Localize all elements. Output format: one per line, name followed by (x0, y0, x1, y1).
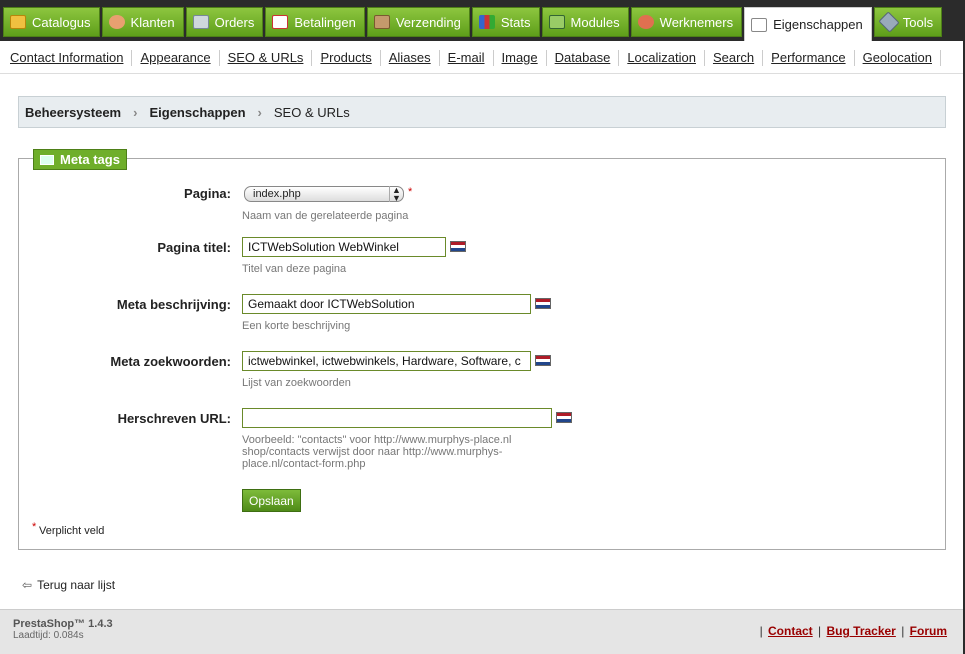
subnav-localization[interactable]: Localization (619, 49, 705, 66)
top-nav: Catalogus Klanten Orders Betalingen Verz… (0, 0, 965, 41)
tab-orders[interactable]: Orders (185, 7, 264, 37)
tab-tools[interactable]: Tools (873, 7, 943, 37)
breadcrumb-current: SEO & URLs (273, 104, 350, 120)
meta-tags-fieldset: Meta tags Pagina: index.php ▲ ▼ * Naam va… (18, 149, 946, 550)
tab-modules[interactable]: Modules (541, 7, 629, 37)
top-tabs: Catalogus Klanten Orders Betalingen Verz… (3, 7, 944, 41)
tab-label: Orders (214, 14, 255, 30)
back-arrow-icon: ⇦ (22, 578, 33, 592)
pagina-select[interactable]: index.php ▲ ▼ (244, 186, 404, 203)
titel-input[interactable] (242, 237, 446, 257)
footer-link-forum[interactable]: Forum (910, 624, 947, 638)
cart-icon (192, 15, 209, 29)
footer-link-contact[interactable]: Contact (768, 624, 813, 638)
subnav-geolocation[interactable]: Geolocation (855, 49, 941, 66)
version-text: PrestaShop™ 1.4.3 (13, 618, 113, 630)
footer-link-bug-tracker[interactable]: Bug Tracker (826, 624, 895, 638)
tab-label: Stats (500, 14, 531, 30)
subnav-search[interactable]: Search (705, 49, 764, 66)
footer-links: | Contact | Bug Tracker | Forum (759, 624, 947, 638)
load-time-text: Laadtijd: 0.084s (13, 630, 84, 641)
fieldset-legend: Meta tags (33, 149, 127, 170)
zoekwoorden-hint: Lijst van zoekwoorden (242, 377, 351, 389)
url-label: Herschreven URL: (117, 411, 231, 426)
subnav-database[interactable]: Database (547, 49, 620, 66)
truck-icon (373, 15, 390, 29)
puzzle-icon (548, 15, 565, 29)
required-star: * (408, 186, 413, 198)
chevron-right-icon: › (257, 104, 262, 120)
tab-label: Modules (570, 14, 620, 30)
preferences-icon (751, 17, 768, 32)
subnav-contact-information[interactable]: Contact Information (2, 49, 133, 66)
tab-label: Verzending (395, 14, 461, 30)
tab-label: Betalingen (294, 14, 356, 30)
subnav-email[interactable]: E-mail (440, 49, 494, 66)
subnav-appearance[interactable]: Appearance (132, 49, 220, 66)
breadcrumb-item: Beheersysteem (25, 104, 122, 120)
footer: PrestaShop™ 1.4.3 Laadtijd: 0.084s | Con… (0, 609, 963, 654)
save-button[interactable]: Opslaan (242, 489, 301, 512)
url-input[interactable] (242, 408, 552, 428)
subnav-products[interactable]: Products (312, 49, 381, 66)
subnav-aliases[interactable]: Aliases (381, 49, 440, 66)
dutch-flag-icon[interactable] (535, 298, 551, 309)
chevron-right-icon: › (133, 104, 138, 120)
url-hint-line-2: shop/contacts verwijst door naar http://… (242, 446, 503, 458)
employee-icon (637, 15, 654, 29)
required-star: * (32, 521, 37, 533)
required-note: Verplicht veld (39, 525, 105, 537)
back-to-list-link[interactable]: ⇦ Terug naar lijst (22, 578, 115, 592)
pagina-hint: Naam van de gerelateerde pagina (242, 210, 409, 222)
back-link-label: Terug naar lijst (37, 578, 116, 592)
legend-label: Meta tags (60, 152, 120, 167)
breadcrumb-item: Eigenschappen (149, 104, 246, 120)
tab-label: Klanten (130, 14, 175, 30)
zoekwoorden-label: Meta zoekwoorden: (110, 354, 231, 369)
bar-chart-icon (478, 15, 495, 29)
breadcrumb: Beheersysteem › Eigenschappen › SEO & UR… (18, 96, 946, 128)
subnav-seo-urls[interactable]: SEO & URLs (220, 49, 313, 66)
sub-nav: Contact Information Appearance SEO & URL… (0, 41, 963, 74)
keyboard-icon (40, 154, 54, 165)
subnav-image[interactable]: Image (494, 49, 547, 66)
beschrijving-label: Meta beschrijving: (116, 297, 231, 312)
beschrijving-hint: Een korte beschrijving (242, 320, 351, 332)
tab-stats[interactable]: Stats (471, 7, 540, 37)
tab-label: Tools (902, 14, 934, 30)
select-arrows-icon: ▲ ▼ (389, 186, 403, 203)
wrench-icon (878, 11, 900, 33)
subnav-performance[interactable]: Performance (763, 49, 855, 66)
tab-label: Werknemers (659, 14, 734, 30)
beschrijving-input[interactable] (242, 294, 531, 314)
tab-label: Catalogus (32, 14, 91, 30)
tab-klanten[interactable]: Klanten (101, 7, 184, 37)
dutch-flag-icon[interactable] (535, 355, 551, 366)
person-icon (108, 15, 125, 29)
url-hint-line-3: place.nl/contact-form.php (242, 458, 366, 470)
tab-betalingen[interactable]: Betalingen (265, 7, 365, 37)
folder-icon (10, 15, 26, 29)
tab-werknemers[interactable]: Werknemers (630, 7, 743, 37)
payment-icon (272, 15, 289, 29)
url-hint-line-1: Voorbeeld: "contacts" voor http://www.mu… (242, 434, 512, 446)
pagina-select-value: index.php (253, 188, 301, 200)
dutch-flag-icon[interactable] (556, 412, 572, 423)
zoekwoorden-input[interactable] (242, 351, 531, 371)
main-content: Beheersysteem › Eigenschappen › SEO & UR… (0, 74, 963, 609)
tab-catalogus[interactable]: Catalogus (3, 7, 100, 37)
tab-label: Eigenschappen (773, 17, 863, 32)
dutch-flag-icon[interactable] (450, 241, 466, 252)
pagina-label: Pagina: (184, 186, 231, 201)
titel-hint: Titel van deze pagina (242, 263, 347, 275)
titel-label: Pagina titel: (157, 240, 231, 255)
tab-verzending[interactable]: Verzending (366, 7, 470, 37)
tab-eigenschappen[interactable]: Eigenschappen (744, 7, 872, 41)
